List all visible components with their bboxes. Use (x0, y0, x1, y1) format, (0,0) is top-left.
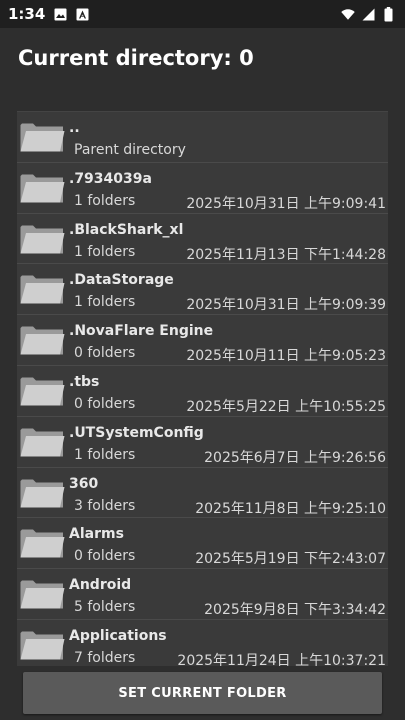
folder-name: .UTSystemConfig (69, 424, 204, 441)
folder-count: 1 folders (74, 294, 136, 311)
folder-date: 2025年10月31日 上午9:09:39 (186, 297, 386, 314)
folder-count: 3 folders (74, 497, 136, 514)
folder-name: Android (69, 577, 132, 594)
folder-count: 5 folders (74, 599, 136, 616)
folder-icon (20, 631, 65, 660)
folder-row[interactable]: .BlackShark_xl 1 folders 2025年11月13日 下午1… (17, 214, 388, 265)
status-bar: 1:34 (0, 0, 405, 28)
status-time: 1:34 (8, 5, 46, 23)
folder-date: 2025年11月8日 上午9:25:10 (195, 500, 386, 517)
folder-icon (20, 428, 65, 457)
folder-row[interactable]: .DataStorage 1 folders 2025年10月31日 上午9:0… (17, 264, 388, 316)
folder-icon (20, 377, 65, 406)
folder-row[interactable]: .7934039a 1 folders 2025年10月31日 上午9:09:4… (17, 163, 388, 214)
wifi-icon (341, 7, 355, 21)
set-current-folder-button[interactable]: SET CURRENT FOLDER (23, 672, 382, 714)
folder-count: 1 folders (74, 192, 136, 209)
folder-icon (20, 479, 65, 508)
folder-name: .tbs (69, 373, 100, 390)
folder-row[interactable]: 360 3 folders 2025年11月8日 上午9:25:10 (17, 468, 388, 519)
battery-icon (381, 6, 395, 21)
folder-list[interactable]: .. Parent directory .7934039a 1 folders … (17, 111, 388, 666)
folder-name: .. (69, 120, 80, 136)
folder-count: 1 folders (74, 446, 136, 463)
folder-row[interactable]: .NovaFlare Engine 0 folders 2025年10月11日 … (17, 315, 388, 366)
folder-date: 2025年5月22日 上午10:55:25 (186, 398, 386, 415)
folder-count: 0 folders (74, 548, 136, 565)
parent-directory-label: Parent directory (74, 142, 186, 158)
folder-count: 1 folders (74, 243, 136, 260)
image-icon (53, 7, 67, 21)
folder-row[interactable]: .UTSystemConfig 1 folders 2025年6月7日 上午9:… (17, 417, 388, 468)
folder-date: 2025年11月13日 下午1:44:28 (186, 246, 386, 263)
folder-count: 7 folders (74, 649, 136, 666)
folder-date: 2025年11月24日 上午10:37:21 (177, 652, 386, 666)
folder-date: 2025年5月19日 下午2:43:07 (195, 551, 386, 568)
folder-icon (20, 225, 65, 254)
folder-date: 2025年10月31日 上午9:09:41 (186, 195, 386, 212)
a-letter-icon (75, 7, 89, 21)
folder-count: 0 folders (74, 345, 136, 362)
parent-directory-row[interactable]: .. Parent directory (17, 112, 388, 163)
folder-row[interactable]: Alarms 0 folders 2025年5月19日 下午2:43:07 (17, 518, 388, 570)
signal-icon (361, 7, 375, 21)
status-left: 1:34 (8, 5, 89, 23)
folder-count: 0 folders (74, 395, 136, 412)
folder-icon (20, 174, 65, 203)
folder-name: 360 (69, 475, 99, 492)
folder-row[interactable]: Applications 7 folders 2025年11月24日 上午10:… (17, 620, 388, 666)
folder-name: .7934039a (69, 170, 152, 187)
folder-icon (20, 529, 65, 558)
folder-icon (20, 275, 65, 304)
folder-icon (20, 580, 65, 609)
folder-icon (20, 123, 65, 152)
folder-date: 2025年6月7日 上午9:26:56 (204, 449, 386, 466)
folder-name: Alarms (69, 526, 124, 543)
folder-name: Applications (69, 627, 167, 644)
folder-row[interactable]: .tbs 0 folders 2025年5月22日 上午10:55:25 (17, 366, 388, 417)
folder-name: .BlackShark_xl (69, 221, 184, 238)
folder-row[interactable]: Android 5 folders 2025年9月8日 下午3:34:42 (17, 569, 388, 620)
folder-icon (20, 326, 65, 355)
folder-date: 2025年10月11日 上午9:05:23 (186, 348, 386, 365)
folder-name: .NovaFlare Engine (69, 323, 214, 340)
folder-date: 2025年9月8日 下午3:34:42 (204, 602, 386, 619)
folder-name: .DataStorage (69, 272, 174, 289)
status-right (341, 6, 395, 21)
page-title: Current directory: 0 (18, 46, 254, 70)
